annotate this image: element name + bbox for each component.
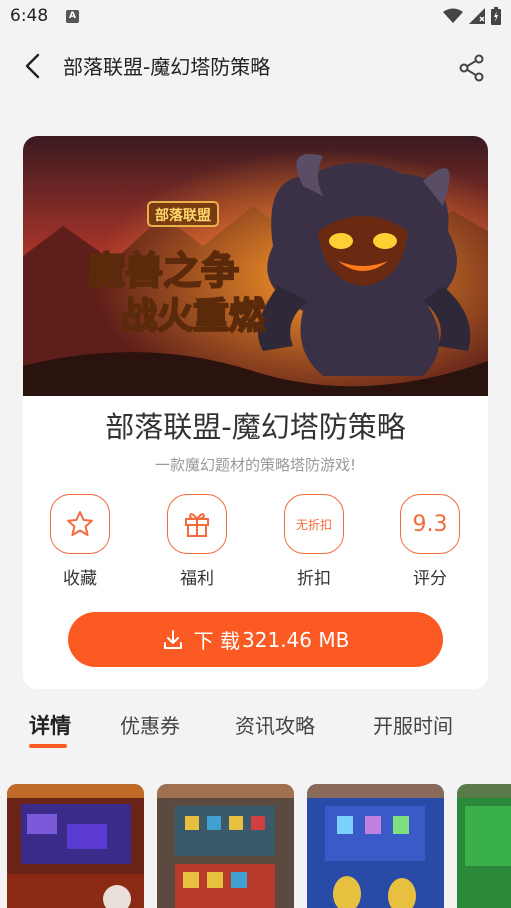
status-time: 6:48 — [10, 6, 49, 26]
banner-logo-text: 部落联盟 — [155, 207, 211, 224]
download-label: 下 载 — [193, 629, 241, 653]
welfare-label: 福利 — [180, 569, 214, 589]
notification-icon: A — [66, 10, 79, 23]
tab-details[interactable]: 详情 — [29, 710, 71, 740]
screenshot-gallery[interactable] — [0, 784, 511, 908]
app-name: 部落联盟-魔幻塔防策略 — [105, 410, 406, 444]
favorite-button[interactable]: 收藏 — [40, 494, 120, 589]
status-icons — [443, 7, 501, 25]
top-nav: 部落联盟-魔幻塔防策略 — [0, 36, 511, 96]
download-icon — [163, 629, 182, 649]
screenshot-2[interactable] — [157, 784, 294, 908]
screenshot-1[interactable] — [7, 784, 144, 908]
banner-slogan-line-1: 魔兽之争 — [87, 248, 239, 293]
signal-icon — [469, 8, 485, 24]
wifi-icon — [443, 8, 463, 23]
battery-icon — [491, 7, 501, 25]
screenshot-2-image — [157, 784, 294, 908]
star-icon — [67, 511, 93, 536]
screenshot-1-image — [7, 784, 144, 908]
tab-news-guides[interactable]: 资讯攻略 — [235, 710, 315, 739]
favorite-label: 收藏 — [63, 569, 97, 589]
discount-button[interactable]: 无折扣 折扣 — [274, 494, 354, 589]
welfare-button[interactable]: 福利 — [157, 494, 237, 589]
rating-score: 9.3 — [412, 511, 448, 537]
discount-circle: 无折扣 — [284, 494, 344, 554]
rating-label: 评分 — [413, 569, 447, 589]
discount-label: 折扣 — [297, 569, 331, 589]
screenshot-3-image — [307, 784, 444, 908]
action-row: 收藏 福利 无折扣 折扣 9.3 评分 — [23, 494, 488, 594]
gift-icon — [185, 513, 209, 537]
tab-server-times[interactable]: 开服时间 — [373, 710, 453, 739]
tab-coupons[interactable]: 优惠券 — [120, 710, 180, 739]
rating-button[interactable]: 9.3 评分 — [390, 494, 470, 589]
download-button[interactable]: 下 载 321.46 MB — [68, 612, 443, 667]
rating-circle: 9.3 — [400, 494, 460, 554]
page-title: 部落联盟-魔幻塔防策略 — [63, 55, 271, 79]
download-size: 321.46 MB — [242, 627, 350, 652]
screenshot-4-image — [457, 784, 511, 908]
app-info-card: 部落联盟 魔兽之争 战火重燃 部落联盟-魔幻塔防策略 一款魔幻题材的策略塔防游戏… — [23, 136, 488, 689]
share-button[interactable] — [457, 53, 487, 83]
tab-bar: 详情 优惠券 资讯攻略 开服时间 — [0, 700, 511, 755]
welfare-circle — [167, 494, 227, 554]
banner-slogan-line-2: 战火重燃 — [121, 295, 266, 337]
chevron-left-icon — [25, 53, 40, 79]
share-icon — [459, 54, 484, 82]
discount-status: 无折扣 — [295, 517, 332, 532]
game-banner[interactable]: 部落联盟 魔兽之争 战火重燃 — [23, 136, 488, 396]
favorite-circle — [50, 494, 110, 554]
active-tab-indicator — [29, 744, 67, 748]
banner-artwork: 部落联盟 魔兽之争 战火重燃 — [23, 136, 488, 396]
app-subtitle: 一款魔幻题材的策略塔防游戏! — [154, 456, 356, 474]
screenshot-3[interactable] — [307, 784, 444, 908]
screenshot-4[interactable] — [457, 784, 511, 908]
status-bar: 6:48 A — [0, 0, 511, 36]
back-button[interactable] — [18, 50, 50, 82]
